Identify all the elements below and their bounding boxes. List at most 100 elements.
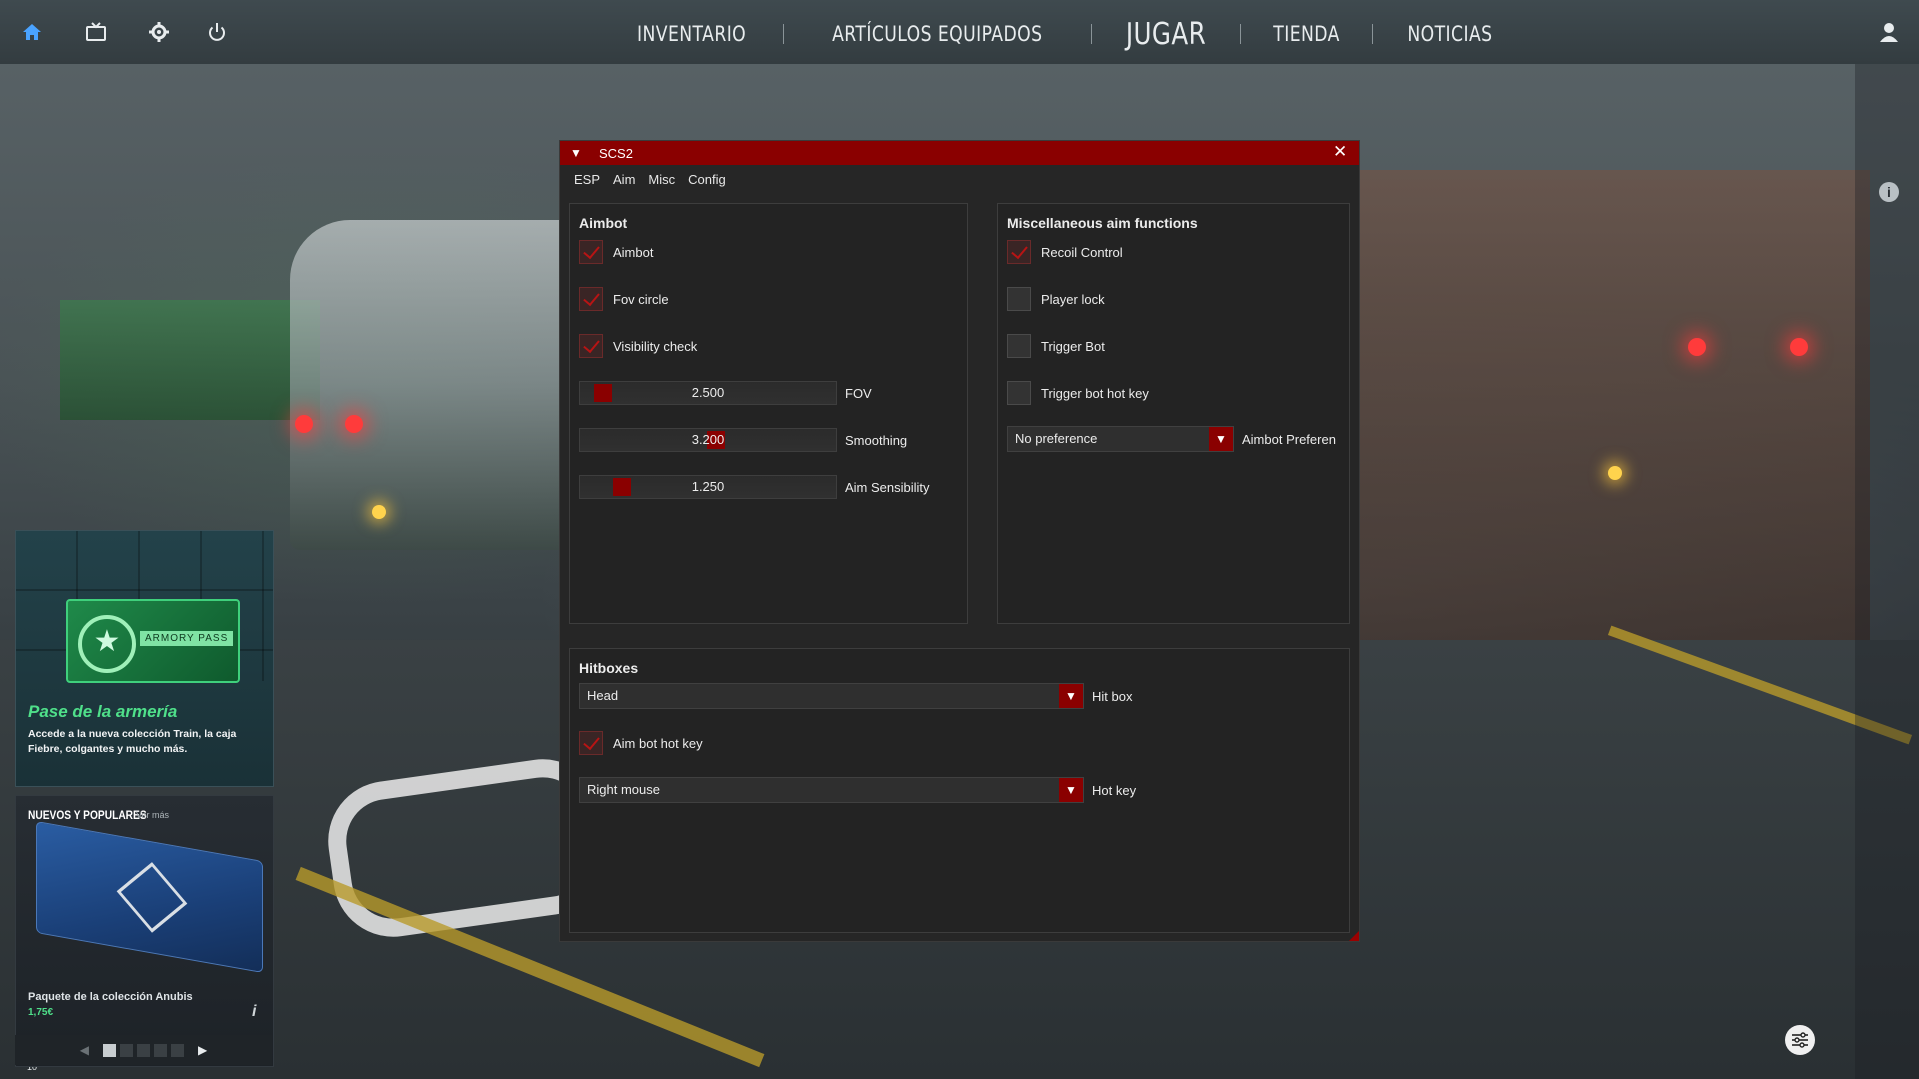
visibility-check-checkbox[interactable]: [579, 334, 603, 358]
aimbot-checkbox-row[interactable]: Aimbot: [579, 238, 653, 266]
nav-separator: [1371, 24, 1373, 44]
panel-title: Hitboxes: [579, 660, 639, 676]
nav-noticias[interactable]: NOTICIAS: [1387, 22, 1513, 46]
promo-description: Accede a la nueva colección Train, la ca…: [28, 728, 237, 755]
fov-circle-checkbox-row[interactable]: Fov circle: [579, 285, 669, 313]
select-label: Aimbot Preferen: [1242, 431, 1336, 447]
pager-dot[interactable]: [137, 1043, 150, 1057]
scs2-window: ▼ SCS2 ✕ ESP Aim Misc Config Aimbot Aimb…: [559, 140, 1360, 942]
checkbox-label: Player lock: [1041, 291, 1105, 307]
nav-separator: [1239, 24, 1241, 44]
amber-light: [1608, 466, 1622, 480]
right-sidebar: [1855, 64, 1919, 1079]
select-label: Hot key: [1092, 782, 1137, 798]
slider-value: 1.250: [691, 479, 725, 494]
new-popular-promo[interactable]: NUEVOS Y POPULARES Ver más Paquete de la…: [15, 795, 274, 1067]
next-arrow-icon[interactable]: ▶: [198, 1043, 207, 1057]
player-lock-checkbox-row[interactable]: Player lock: [1007, 285, 1105, 313]
window-titlebar[interactable]: ▼ SCS2 ✕: [560, 141, 1359, 165]
nav-articulos-equipados[interactable]: ARTÍCULOS EQUIPADOS: [812, 22, 1063, 46]
tv-icon[interactable]: [83, 19, 109, 45]
nav-tienda[interactable]: TIENDA: [1252, 22, 1360, 46]
trigger-bot-hotkey-checkbox[interactable]: [1007, 381, 1031, 405]
promo-pager: ◀ ▶: [15, 1035, 272, 1065]
nav-inventario[interactable]: INVENTARIO: [616, 22, 766, 46]
signal-light: [1790, 338, 1808, 356]
pager-dot[interactable]: [120, 1043, 133, 1057]
smoothing-slider-row: 3.200 Smoothing: [579, 426, 907, 454]
top-bar: INVENTARIO ARTÍCULOS EQUIPADOS JUGAR TIE…: [0, 0, 1919, 64]
home-icon[interactable]: [19, 19, 45, 45]
info-icon[interactable]: i: [1879, 182, 1899, 202]
weapon-case-image: [36, 820, 263, 974]
info-icon[interactable]: i: [252, 1003, 256, 1021]
product-price: 1,75€: [28, 1007, 54, 1018]
player-lock-checkbox[interactable]: [1007, 287, 1031, 311]
see-more-link[interactable]: Ver más: [136, 810, 169, 820]
resize-grip[interactable]: [1349, 931, 1359, 941]
close-icon[interactable]: ✕: [1333, 142, 1347, 162]
checkbox-label: Recoil Control: [1041, 244, 1123, 260]
prev-arrow-icon[interactable]: ◀: [80, 1043, 89, 1057]
pager-dot[interactable]: [103, 1043, 116, 1057]
window-tabs: ESP Aim Misc Config: [560, 169, 734, 191]
fov-circle-checkbox[interactable]: [579, 287, 603, 311]
pager-dot[interactable]: [154, 1043, 167, 1057]
checkbox-label: Aim bot hot key: [613, 735, 703, 751]
nav-separator: [1090, 24, 1092, 44]
nav-separator: [783, 24, 785, 44]
misc-aim-panel: Miscellaneous aim functions Recoil Contr…: [997, 203, 1350, 624]
gear-icon[interactable]: [146, 19, 172, 45]
sliders-button[interactable]: [1785, 1025, 1815, 1055]
slider-label: Smoothing: [845, 432, 908, 448]
panel-title: Miscellaneous aim functions: [1007, 215, 1198, 231]
aim-sensibility-slider[interactable]: 1.250: [579, 475, 837, 499]
panel-title: Aimbot: [579, 215, 628, 231]
main-nav: INVENTARIO ARTÍCULOS EQUIPADOS JUGAR TIE…: [600, 14, 1527, 54]
checkbox-label: Visibility check: [613, 338, 698, 354]
signal-light: [1688, 338, 1706, 356]
dropdown-arrow-icon[interactable]: ▼: [1059, 778, 1083, 802]
power-icon[interactable]: [204, 19, 230, 45]
signal-light: [295, 415, 313, 433]
aimbot-hotkey-checkbox-row[interactable]: Aim bot hot key: [579, 729, 703, 757]
tab-config[interactable]: Config: [683, 169, 734, 191]
checkbox-label: Fov circle: [613, 291, 669, 307]
aim-sensibility-slider-row: 1.250 Aim Sensibility: [579, 473, 930, 501]
slider-label: Aim Sensibility: [845, 479, 930, 495]
select-value: Right mouse: [587, 782, 660, 797]
recoil-control-checkbox-row[interactable]: Recoil Control: [1007, 238, 1123, 266]
dropdown-arrow-icon[interactable]: ▼: [1059, 684, 1083, 708]
trigger-bot-hotkey-checkbox-row[interactable]: Trigger bot hot key: [1007, 379, 1149, 407]
product-name: Paquete de la colección Anubis: [28, 991, 193, 1003]
select-label: Hit box: [1092, 688, 1133, 704]
trigger-bot-checkbox-row[interactable]: Trigger Bot: [1007, 332, 1105, 360]
slider-value: 3.200: [691, 432, 725, 447]
aimbot-hotkey-checkbox[interactable]: [579, 731, 603, 755]
checkbox-label: Trigger Bot: [1041, 338, 1105, 354]
armory-pass-promo[interactable]: ★ ARMORY PASS Pase de la armería Accede …: [15, 530, 274, 787]
dropdown-arrow-icon[interactable]: ▼: [1209, 427, 1233, 451]
hitbox-select-row: Head ▼ Hit box: [579, 682, 1132, 710]
tab-aim[interactable]: Aim: [608, 169, 643, 191]
tab-misc[interactable]: Misc: [643, 169, 683, 191]
user-icon[interactable]: [1876, 19, 1902, 45]
trigger-bot-checkbox[interactable]: [1007, 334, 1031, 358]
pager-dot[interactable]: [171, 1043, 184, 1057]
aimbot-checkbox[interactable]: [579, 240, 603, 264]
window-title: SCS2: [599, 146, 633, 161]
promo-header: NUEVOS Y POPULARES: [28, 808, 147, 822]
aimbot-preference-select[interactable]: No preference ▼: [1007, 426, 1234, 452]
collapse-icon[interactable]: ▼: [570, 146, 582, 160]
visibility-check-checkbox-row[interactable]: Visibility check: [579, 332, 697, 360]
hotkey-select[interactable]: Right mouse ▼: [579, 777, 1084, 803]
checkbox-label: Trigger bot hot key: [1041, 385, 1149, 401]
fov-slider[interactable]: 2.500: [579, 381, 837, 405]
select-value: No preference: [1015, 431, 1098, 446]
recoil-control-checkbox[interactable]: [1007, 240, 1031, 264]
tab-esp[interactable]: ESP: [560, 169, 608, 191]
nav-jugar[interactable]: JUGAR: [1105, 17, 1226, 52]
smoothing-slider[interactable]: 3.200: [579, 428, 837, 452]
sliders-icon: [1792, 1032, 1808, 1048]
hitbox-select[interactable]: Head ▼: [579, 683, 1084, 709]
